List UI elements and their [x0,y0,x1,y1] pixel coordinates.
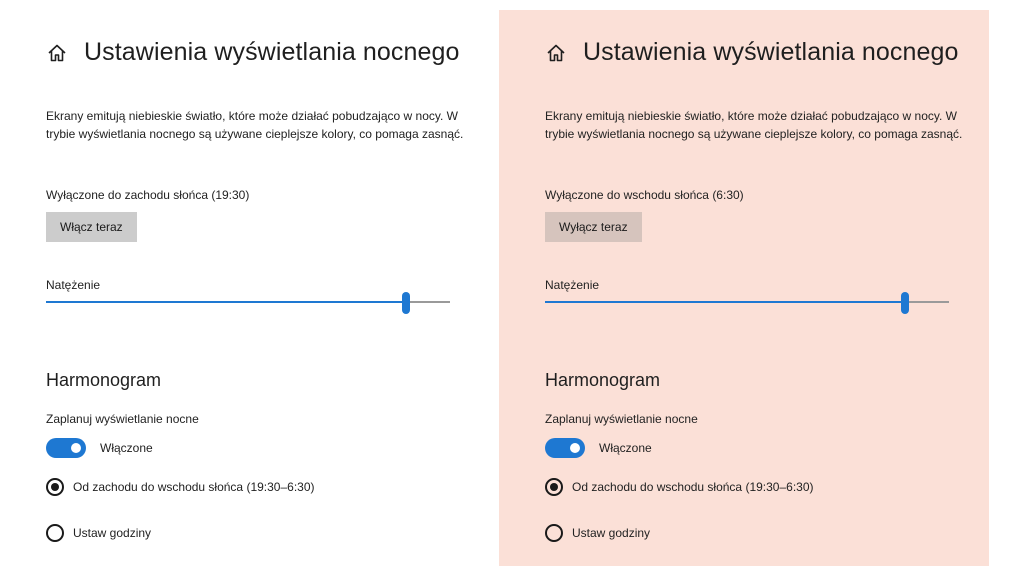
radio-button-selected[interactable] [545,478,563,496]
intensity-label: Natężenie [545,278,600,292]
toggle-label: Włączone [100,441,153,455]
radio-dot [550,483,558,491]
slider-track-filled [46,301,406,303]
night-light-panel-off: Ustawienia wyświetlania nocnego Ekrany e… [0,10,490,566]
page-header: Ustawienia wyświetlania nocnego [46,38,460,67]
radio-label: Ustaw godziny [572,526,651,540]
schedule-label: Zaplanuj wyświetlanie nocne [545,412,698,426]
schedule-label: Zaplanuj wyświetlanie nocne [46,412,199,426]
radio-button[interactable] [545,524,563,542]
home-icon[interactable] [46,42,68,64]
turn-on-now-button[interactable]: Włącz teraz [46,212,137,242]
schedule-heading: Harmonogram [545,370,661,390]
slider-track-filled [545,301,905,303]
status-text: Wyłączone do wschodu słońca (6:30) [545,188,744,202]
description-text: Ekrany emitują niebieskie światło, które… [46,109,464,141]
home-icon[interactable] [545,42,567,64]
slider-track-empty [405,301,450,303]
radio-label: Od zachodu do wschodu słońca (19:30–6:30… [572,480,814,494]
radio-button[interactable] [46,524,64,542]
slider-thumb[interactable] [900,292,909,314]
night-light-panel-on: Ustawienia wyświetlania nocnego Ekrany e… [499,10,989,566]
radio-sunset-to-sunrise[interactable]: Od zachodu do wschodu słońca (19:30–6:30… [545,478,814,496]
intensity-label: Natężenie [46,278,101,292]
intensity-slider[interactable] [545,292,949,314]
radio-dot [51,483,59,491]
radio-set-hours[interactable]: Ustaw godziny [46,524,151,542]
radio-set-hours[interactable]: Ustaw godziny [545,524,650,542]
page-title: Ustawienia wyświetlania nocnego [583,38,959,66]
intensity-slider[interactable] [46,292,450,314]
schedule-toggle-row: Włączone [545,438,652,458]
turn-off-now-button[interactable]: Wyłącz teraz [545,212,642,242]
schedule-toggle[interactable] [46,438,86,458]
radio-sunset-to-sunrise[interactable]: Od zachodu do wschodu słońca (19:30–6:30… [46,478,315,496]
page-header: Ustawienia wyświetlania nocnego [545,38,959,67]
status-text: Wyłączone do zachodu słońca (19:30) [46,188,250,202]
toggle-knob [71,443,81,453]
schedule-heading: Harmonogram [46,370,162,390]
toggle-knob [570,443,580,453]
radio-label: Ustaw godziny [73,526,152,540]
schedule-toggle[interactable] [545,438,585,458]
slider-thumb[interactable] [401,292,410,314]
slider-track-empty [904,301,949,303]
radio-button-selected[interactable] [46,478,64,496]
page-title: Ustawienia wyświetlania nocnego [84,38,460,66]
toggle-label: Włączone [599,441,652,455]
radio-label: Od zachodu do wschodu słońca (19:30–6:30… [73,480,315,494]
description-text: Ekrany emitują niebieskie światło, które… [545,109,963,141]
schedule-toggle-row: Włączone [46,438,153,458]
